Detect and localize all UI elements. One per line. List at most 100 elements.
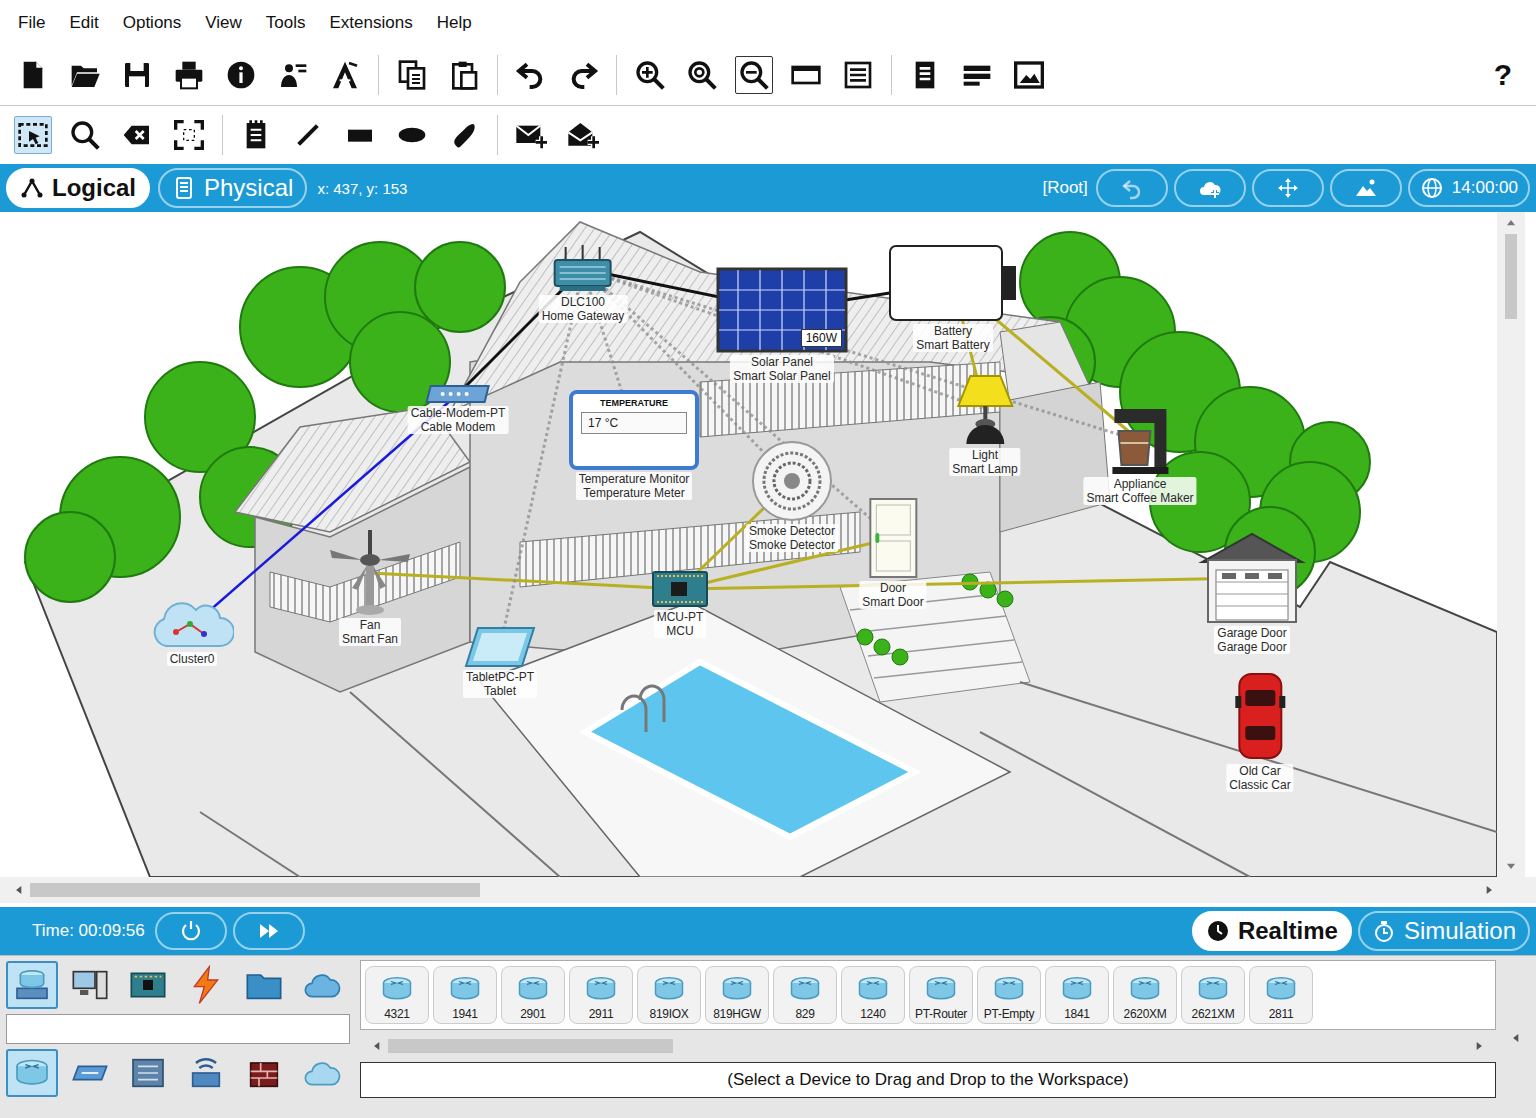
device-node[interactable]: BatterySmart Battery [888, 244, 1018, 352]
device-node[interactable]: LightSmart Lamp [949, 372, 1020, 476]
palette-collapse[interactable] [1496, 956, 1536, 1118]
toolbar-button[interactable] [14, 56, 52, 94]
clock-button[interactable]: 14:00:00 [1408, 169, 1530, 207]
device-model[interactable]: 2811 [1249, 966, 1313, 1024]
toolbar-button[interactable] [393, 56, 431, 94]
toolbar-button[interactable] [683, 56, 721, 94]
toolbar-button[interactable] [170, 56, 208, 94]
device-node[interactable]: DLC100Home Gateway [539, 245, 628, 323]
device-model[interactable]: 2911 [569, 966, 633, 1024]
subcategory-button[interactable] [180, 1049, 232, 1097]
tool-button[interactable] [14, 116, 52, 154]
device-node[interactable]: 160WSolar PanelSmart Solar Panel [716, 267, 848, 383]
category-button[interactable] [122, 961, 174, 1009]
scroll-thumb[interactable] [388, 1039, 673, 1053]
tool-button[interactable] [512, 116, 550, 154]
category-button[interactable] [296, 961, 348, 1009]
help-button[interactable]: ? [1488, 58, 1518, 92]
device-model[interactable]: 2621XM [1181, 966, 1245, 1024]
device-node[interactable]: Garage DoorGarage Door [1198, 532, 1306, 654]
link-cable[interactable] [370, 573, 680, 589]
toolbar-button[interactable] [274, 56, 312, 94]
device-model[interactable]: 819HGW [705, 966, 769, 1024]
device-node[interactable]: Old CarClassic Car [1226, 670, 1293, 792]
menu-item[interactable]: View [205, 13, 242, 33]
device-model[interactable]: 2901 [501, 966, 565, 1024]
device-node[interactable]: DoorSmart Door [859, 497, 926, 609]
category-field[interactable] [6, 1014, 350, 1044]
device-model[interactable]: PT-Router [909, 966, 973, 1024]
scroll-thumb[interactable] [30, 883, 480, 897]
toolbar-button[interactable] [1010, 56, 1048, 94]
device-model[interactable]: 2620XM [1113, 966, 1177, 1024]
subcategory-button[interactable] [64, 1049, 116, 1097]
toolbar-button[interactable] [326, 56, 364, 94]
workspace-tab[interactable]: Physical [158, 168, 307, 208]
horizontal-scrollbar[interactable] [0, 877, 1536, 903]
arrow-left-icon[interactable] [370, 1039, 384, 1053]
subcategory-button[interactable] [296, 1049, 348, 1097]
tool-button[interactable] [118, 116, 156, 154]
model-scrollbar[interactable] [360, 1034, 1496, 1058]
link-cable[interactable] [583, 269, 893, 538]
workspace-button[interactable] [1096, 169, 1168, 207]
category-button[interactable] [64, 961, 116, 1009]
device-model[interactable]: 1240 [841, 966, 905, 1024]
menu-item[interactable]: Extensions [330, 13, 413, 33]
collapse-arrow-icon[interactable] [1509, 1031, 1523, 1045]
subcategory-button[interactable] [6, 1049, 58, 1097]
device-node[interactable]: ApplianceSmart Coffee Maker [1083, 407, 1196, 505]
menu-item[interactable]: Options [123, 13, 182, 33]
arrow-left-icon[interactable] [12, 883, 26, 897]
workspace-button[interactable] [1330, 169, 1402, 207]
device-node[interactable]: TEMPERATURE17 °CTemperature MonitorTempe… [569, 390, 699, 500]
mode-tab[interactable]: Realtime [1192, 911, 1352, 951]
workspace-button[interactable] [1174, 169, 1246, 207]
arrow-down-icon[interactable] [1504, 859, 1518, 873]
vertical-scrollbar[interactable] [1497, 212, 1525, 877]
toolbar-button[interactable] [631, 56, 669, 94]
menu-item[interactable]: Help [437, 13, 472, 33]
toolbar-button[interactable] [564, 56, 602, 94]
device-model[interactable]: 1841 [1045, 966, 1109, 1024]
toolbar-button[interactable] [735, 56, 773, 94]
toolbar-button[interactable] [787, 56, 825, 94]
tool-button[interactable] [66, 116, 104, 154]
tool-button[interactable] [289, 116, 327, 154]
device-node[interactable]: Smoke DetectorSmoke Detector [746, 440, 838, 552]
arrow-up-icon[interactable] [1504, 216, 1518, 230]
mode-tab[interactable]: Simulation [1358, 911, 1530, 951]
arrow-right-icon[interactable] [1472, 1039, 1486, 1053]
fast-forward-button[interactable] [233, 912, 305, 950]
category-button[interactable] [238, 961, 290, 1009]
arrow-right-icon[interactable] [1482, 883, 1496, 897]
tool-button[interactable] [445, 116, 483, 154]
toolbar-button[interactable] [906, 56, 944, 94]
device-node[interactable]: MCU-PTMCU [651, 570, 709, 638]
device-model[interactable]: 819IOX [637, 966, 701, 1024]
tool-button[interactable] [237, 116, 275, 154]
toolbar-button[interactable] [512, 56, 550, 94]
link-cable[interactable] [680, 578, 1252, 589]
toolbar-button[interactable] [445, 56, 483, 94]
device-node[interactable]: TabletPC-PTTablet [463, 626, 537, 698]
tool-button[interactable] [393, 116, 431, 154]
toolbar-button[interactable] [958, 56, 996, 94]
power-cycle-button[interactable] [155, 912, 227, 950]
subcategory-button[interactable] [122, 1049, 174, 1097]
device-node[interactable]: Cable-Modem-PTCable Modem [408, 384, 509, 434]
tool-button[interactable] [564, 116, 602, 154]
tool-button[interactable] [341, 116, 379, 154]
category-button[interactable] [6, 961, 58, 1009]
physical-workspace[interactable]: DLC100Home Gateway Cable-Modem-PTCable Mo… [0, 212, 1497, 877]
toolbar-button[interactable] [66, 56, 104, 94]
workspace-button[interactable] [1252, 169, 1324, 207]
device-node[interactable]: Cluster0 [150, 602, 234, 666]
menu-item[interactable]: Edit [69, 13, 98, 33]
workspace-tab[interactable]: Logical [6, 168, 150, 208]
device-node[interactable]: FanSmart Fan [328, 530, 412, 646]
menu-item[interactable]: File [18, 13, 45, 33]
toolbar-button[interactable] [839, 56, 877, 94]
subcategory-button[interactable] [238, 1049, 290, 1097]
toolbar-button[interactable] [222, 56, 260, 94]
